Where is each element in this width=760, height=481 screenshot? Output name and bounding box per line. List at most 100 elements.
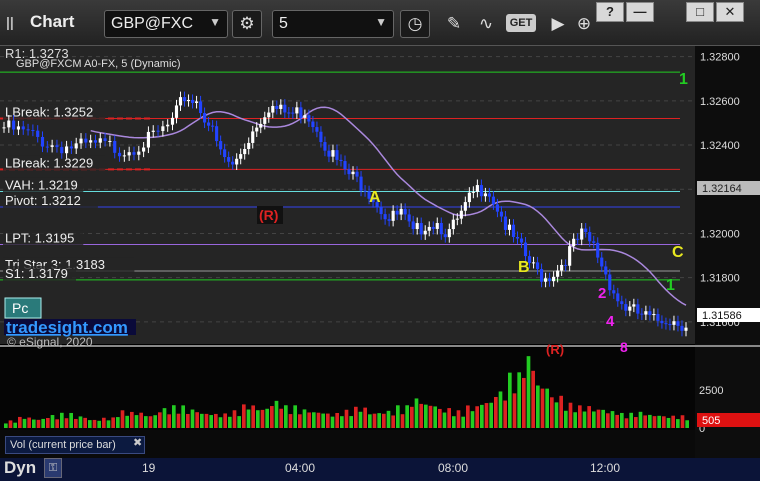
volume-bar [36,419,41,428]
candle-body [511,224,516,237]
time-clock-icon[interactable]: ◷ [400,10,430,38]
volume-bar [130,411,134,428]
candle-body [451,219,455,230]
candle-body [435,223,439,229]
candle-body [40,136,45,147]
volume-bar [111,417,115,428]
get-button[interactable]: GET [506,14,536,32]
volume-bar [246,409,251,428]
candle-body [351,171,355,175]
candle-body [644,311,648,315]
candle-body [190,99,195,103]
volume-bar [358,411,363,428]
chart-pane[interactable]: LBreak: 1.3252 LBreak: 1.3229 VAH: 1.3219 P… [0,46,760,481]
candle-body [676,321,680,326]
volume-bar [181,405,185,428]
help-button[interactable]: ? [596,2,624,22]
candle-body [231,161,235,165]
price-tick: 1.32600 [700,96,740,108]
interval-select[interactable]: 5 ▼ [272,10,394,38]
candle-body [178,97,183,106]
candle-body [69,146,73,149]
candle-body [331,150,335,157]
volume-bar [568,402,573,428]
volume-bar [27,417,31,428]
candle-body [275,105,279,109]
volume-bar [284,405,288,428]
expand-icon[interactable]: ⊕ [572,12,596,36]
candle-body [584,228,588,233]
volume-bar [60,412,64,428]
chevron-down-icon[interactable]: ▼ [209,15,221,29]
volume-bar [8,420,13,428]
volume-bar [489,402,493,428]
draw-pencil-icon[interactable]: ✎ [442,12,466,36]
volume-bar [326,413,330,428]
volume-bar [298,414,302,428]
marker-r1: (R) [259,207,278,223]
volume-bar [78,416,83,428]
maximize-button[interactable]: □ [686,2,714,22]
close-button[interactable]: ✕ [716,2,744,22]
candle-body [387,219,391,221]
volume-bar [106,420,111,428]
volume-bar [475,406,479,428]
candle-body [407,214,411,222]
candle-body [291,112,295,114]
volume-bar [559,395,563,428]
candle-body [50,145,54,147]
candle-body [103,138,107,142]
volume-bar [260,409,265,428]
volume-bar [526,356,531,428]
candle-body [211,125,215,127]
volume-bar [312,412,316,428]
candle-body [315,127,319,132]
candle-body [411,221,415,230]
volume-study-label[interactable]: Vol (current price bar) [5,436,145,454]
level-label: S1: 1.3179 [5,266,68,281]
volume-bar [22,418,27,428]
candle-body [279,104,283,109]
candle-body [271,105,275,113]
price-chart[interactable]: LBreak: 1.3252LBreak: 1.3229VAH: 1.3219P… [0,46,760,481]
study-curve-icon[interactable]: ∿ [474,12,498,36]
volume-bar [601,409,605,428]
seq-marker: 2 [598,285,606,302]
drag-grip-icon[interactable]: || [6,14,22,32]
candle-body [347,169,351,175]
chevron-down-icon[interactable]: ▼ [375,15,387,29]
candle-body [137,151,141,155]
candle-body [319,131,323,143]
candle-body [475,185,479,192]
volume-bar [307,412,311,428]
volume-bar [349,416,353,428]
volume-bar [648,414,652,428]
play-icon[interactable]: ▶ [546,12,570,36]
lock-icon[interactable]: ⚿ [44,458,62,478]
settings-gear-icon[interactable]: ⚙ [232,10,262,38]
volume-bar [424,404,428,428]
candle-body [307,115,311,122]
candle-body [552,276,556,282]
volume-bar [666,417,671,428]
symbol-input[interactable]: GBP@FXC ▼ [104,10,228,38]
time-tick: 08:00 [438,461,468,475]
candle-body [588,232,592,242]
volume-bar [550,397,554,428]
volume-bar [190,409,195,428]
dynamic-label[interactable]: Dyn [4,458,36,478]
minimize-button[interactable]: — [626,2,654,22]
close-icon[interactable]: ✖ [133,436,142,449]
volume-bar [498,391,503,428]
level-label: LBreak: 1.3252 [5,105,93,120]
volume-bar [629,412,633,428]
candle-body [142,147,146,152]
candle-body [89,140,93,143]
volume-bar [204,413,209,428]
candle-body [568,246,572,266]
volume-bar [83,417,87,428]
status-bar [0,458,760,481]
candle-body [576,238,580,240]
volume-bar [153,415,157,428]
volume-bar [214,413,218,428]
